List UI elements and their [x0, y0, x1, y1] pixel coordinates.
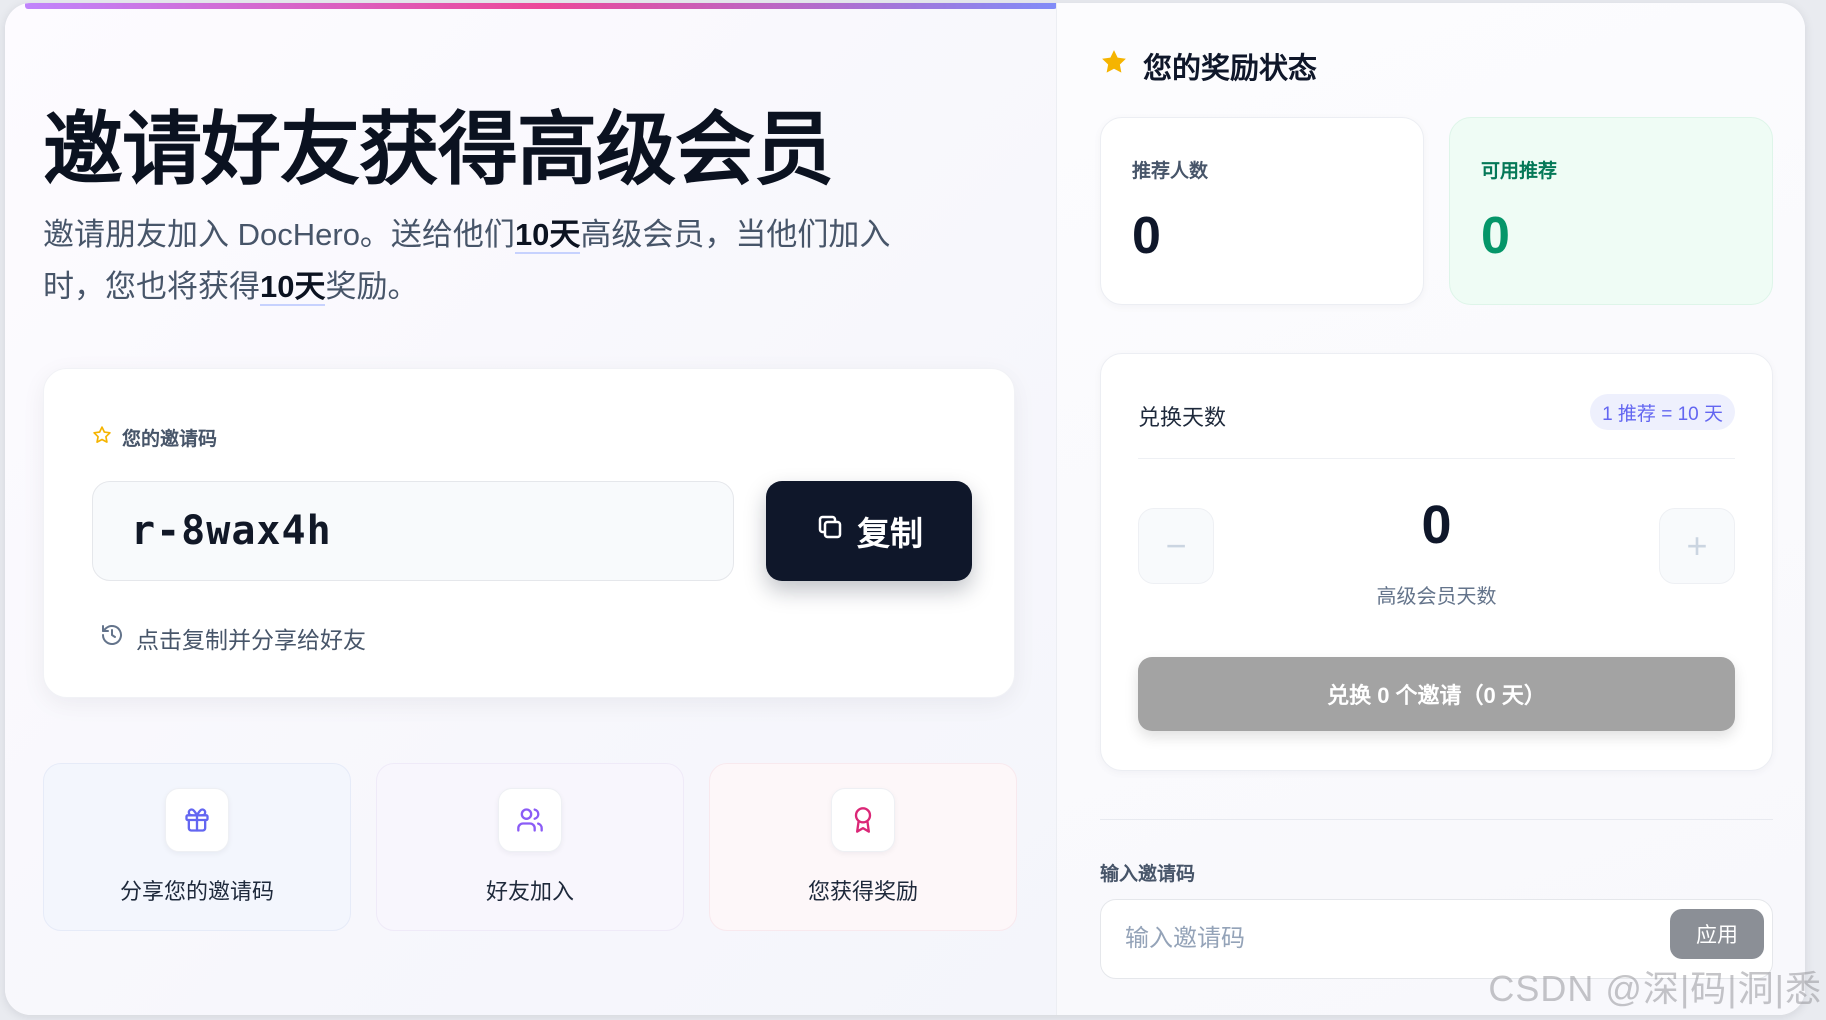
page-description: 邀请朋友加入 DocHero。送给他们10天高级会员，当他们加入时，您也将获得1…	[43, 209, 923, 313]
redeem-title: 兑换天数	[1138, 405, 1227, 430]
redeem-button[interactable]: 兑换 0 个邀请（0 天）	[1138, 657, 1735, 731]
star-outline-icon	[92, 425, 112, 451]
top-gradient-bar	[25, 3, 1057, 9]
copy-button[interactable]: 复制	[766, 481, 972, 581]
step-label: 您获得奖励	[807, 879, 918, 904]
increment-button[interactable]: +	[1659, 508, 1735, 584]
rewards-panel: 您的奖励状态 推荐人数 0 可用推荐 0 兑换天数 1 推荐 = 10 天 − …	[1056, 3, 1805, 1015]
desc-text-1: 邀请朋友加入 DocHero。送给他们	[43, 217, 515, 252]
watermark: CSDN @深|码|洞|悉	[1488, 968, 1822, 1009]
step-get-reward: 您获得奖励	[709, 763, 1017, 931]
users-icon	[498, 788, 562, 852]
invite-code-display[interactable]: r-8wax4h	[92, 481, 734, 581]
enter-code-label: 输入邀请码	[1100, 864, 1196, 885]
section-divider	[1100, 819, 1773, 820]
star-icon	[1099, 47, 1129, 85]
desc-text-3: 奖励。	[325, 269, 419, 304]
step-label: 好友加入	[485, 879, 574, 904]
copy-hint-text: 点击复制并分享给好友	[136, 627, 366, 653]
copy-hint: 点击复制并分享给好友	[100, 621, 366, 655]
available-referrals-stat-card: 可用推荐 0	[1449, 117, 1773, 305]
copy-icon	[815, 512, 845, 550]
redeem-rate-badge: 1 推荐 = 10 天	[1590, 394, 1735, 430]
desc-highlight-days-2: 10天	[260, 269, 326, 306]
step-friend-joins: 好友加入	[376, 763, 684, 931]
invite-panel: 邀请好友获得高级会员 邀请朋友加入 DocHero。送给他们10天高级会员，当他…	[5, 3, 1057, 1015]
referrals-stat-card: 推荐人数 0	[1100, 117, 1424, 305]
apply-button[interactable]: 应用	[1670, 909, 1764, 959]
desc-highlight-days-1: 10天	[514, 217, 581, 254]
available-referrals-label: 可用推荐	[1481, 161, 1558, 182]
award-icon	[831, 788, 895, 852]
step-share-code: 分享您的邀请码	[43, 763, 351, 931]
history-icon	[100, 623, 124, 653]
invite-page-card: 邀请好友获得高级会员 邀请朋友加入 DocHero。送给他们10天高级会员，当他…	[5, 3, 1805, 1015]
referrals-label: 推荐人数	[1132, 161, 1209, 182]
invite-code-label-text: 您的邀请码	[122, 429, 218, 450]
invite-code-card: 您的邀请码 r-8wax4h 复制 点击复制并分享给好友	[43, 368, 1015, 698]
gift-icon	[165, 788, 229, 852]
step-label: 分享您的邀请码	[119, 879, 274, 904]
invite-code-label: 您的邀请码	[92, 424, 217, 451]
referrals-value: 0	[1132, 207, 1161, 265]
copy-button-label: 复制	[857, 515, 923, 552]
available-referrals-value: 0	[1481, 207, 1510, 265]
rewards-title-text: 您的奖励状态	[1143, 53, 1318, 85]
page-title: 邀请好友获得高级会员	[43, 105, 834, 194]
redeem-days-card: 兑换天数 1 推荐 = 10 天 − 0 高级会员天数 + 兑换 0 个邀请（0…	[1100, 353, 1773, 771]
divider	[1138, 458, 1735, 459]
rewards-title: 您的奖励状态	[1099, 45, 1317, 87]
redeem-days-label: 高级会员天数	[1376, 586, 1497, 608]
